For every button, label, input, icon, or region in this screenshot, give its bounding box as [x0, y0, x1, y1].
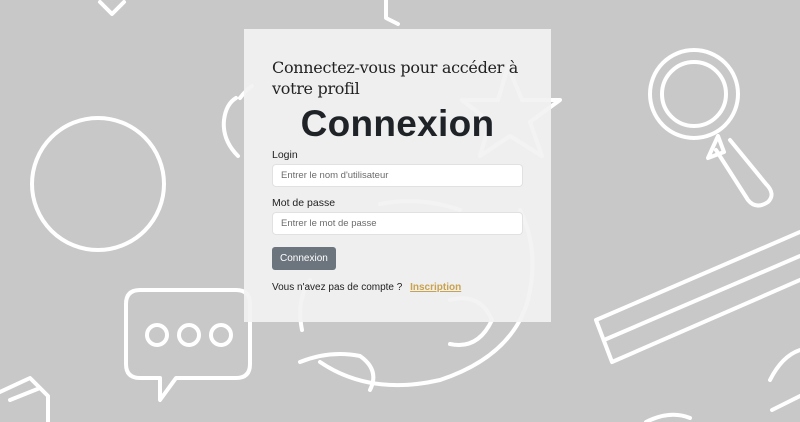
- signup-prompt: Vous n'avez pas de compte ?: [272, 282, 403, 293]
- pen-tip-icon: [384, 0, 400, 26]
- circle-icon: [30, 116, 166, 252]
- username-label: Login: [272, 149, 298, 161]
- login-title: Connexion: [300, 103, 495, 144]
- curve-icon: [644, 412, 692, 422]
- password-group: Mot de passe: [272, 197, 523, 235]
- pencil-icon: [594, 230, 800, 364]
- magnifier-icon: [648, 48, 774, 208]
- speech-bubble-icon: [124, 288, 252, 402]
- signup-link[interactable]: Inscription: [410, 282, 461, 293]
- username-group: Login: [272, 149, 523, 187]
- username-input[interactable]: [272, 164, 523, 187]
- signup-row: Vous n'avez pas de compte ? Inscription: [272, 282, 523, 293]
- login-button[interactable]: Connexion: [272, 247, 336, 270]
- leaf-icon: [768, 348, 800, 412]
- password-label: Mot de passe: [272, 197, 336, 209]
- arrow-icon: [98, 0, 126, 16]
- book-icon: [0, 376, 50, 422]
- login-subtitle: Connectez-vous pour accéder à votre prof…: [272, 58, 519, 98]
- password-input[interactable]: [272, 212, 523, 235]
- login-card: Connectez-vous pour accéder à votre prof…: [244, 29, 551, 322]
